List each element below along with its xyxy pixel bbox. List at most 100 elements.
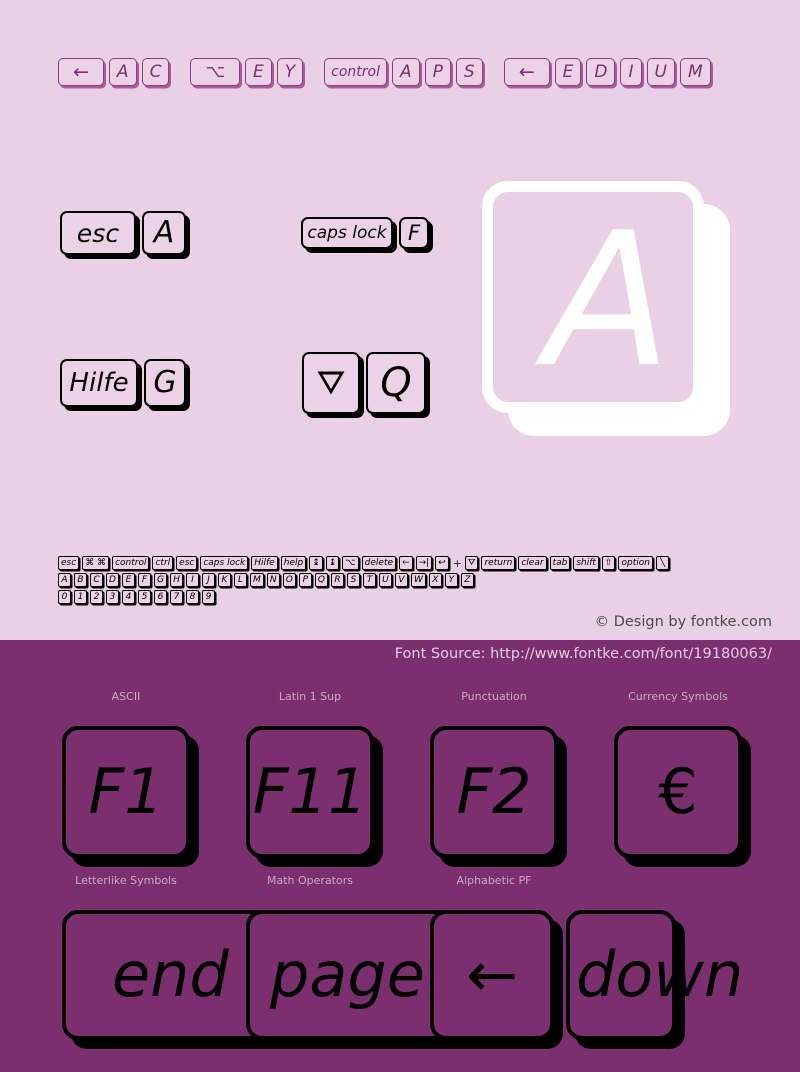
sample-key-hilfe: Hilfe — [60, 359, 138, 407]
cm-key: G — [154, 573, 167, 587]
title-key-backarrow-2: ← — [503, 58, 550, 86]
category-label-math-operators: Math Operators — [267, 874, 353, 887]
cm-key: J — [202, 573, 215, 587]
category-label-letterlike-symbols: Letterlike Symbols — [75, 874, 177, 887]
title-keycap-row: ← A C ⌥ E Y control A P S ← E D I U M — [58, 58, 716, 86]
cm-key: D — [106, 573, 119, 587]
character-map-row-2: A B C D E F G H I J K L M N O P Q R S T — [58, 573, 800, 588]
cm-key-left-arrow-icon: ← — [399, 556, 413, 570]
cm-key: caps lock — [200, 556, 249, 570]
cm-key: control — [112, 556, 150, 570]
cm-key: tab — [549, 556, 571, 570]
category-label-ascii: ASCII — [111, 690, 141, 703]
cm-key: 1 — [74, 590, 87, 604]
cm-key: H — [170, 573, 183, 587]
specimen-key-f2: F2 — [430, 726, 558, 858]
cm-key-shift-icon: ⇧ — [601, 556, 616, 570]
title-group-3: control A P S — [324, 58, 488, 86]
cm-key: esc — [58, 556, 80, 570]
title-key-E-2: E — [554, 58, 582, 86]
category-label-latin1sup: Latin 1 Sup — [278, 690, 342, 703]
cm-key: Q — [314, 573, 328, 587]
cm-key: 8 — [186, 590, 199, 604]
cm-key: T — [362, 573, 376, 587]
cm-key: esc — [176, 556, 198, 570]
title-key-D: D — [586, 58, 616, 86]
cm-key: 6 — [154, 590, 167, 604]
cm-key: X — [428, 573, 442, 587]
cm-key: shift — [573, 556, 599, 570]
title-key-P: P — [424, 58, 451, 86]
font-source-text[interactable]: Font Source: http://www.fontke.com/font/… — [395, 646, 772, 662]
cm-key: F — [138, 573, 151, 587]
cm-key: option — [618, 556, 653, 570]
cm-key: W — [410, 573, 426, 587]
title-key-A-2: A — [392, 58, 420, 86]
cm-key: R — [330, 573, 344, 587]
cm-key: N — [266, 573, 280, 587]
title-key-M: M — [679, 58, 711, 86]
cm-key: 7 — [170, 590, 183, 604]
large-keycap-letter: A — [544, 191, 672, 408]
cm-key: U — [378, 573, 392, 587]
cm-key: S — [346, 573, 360, 587]
sample-key-q: Q — [366, 352, 426, 414]
cm-key: O — [282, 573, 296, 587]
title-key-backarrow-1: ← — [58, 58, 104, 86]
title-key-I: I — [620, 58, 642, 86]
sample-key-a: A — [142, 211, 186, 255]
large-keycap-outline: A — [482, 181, 704, 413]
title-key-A-1: A — [108, 58, 137, 86]
cm-key: delete — [361, 556, 397, 570]
specimen-key-down: down — [566, 910, 743, 1040]
title-key-C: C — [141, 58, 170, 86]
title-key-U: U — [646, 58, 675, 86]
cm-key-command-icon: ⌘ ⌘ — [82, 556, 110, 570]
cm-separator-plus: + — [452, 556, 462, 570]
cm-key: P — [298, 573, 312, 587]
cm-key: Z — [460, 573, 474, 587]
sample-key-f: F — [399, 217, 429, 249]
cm-key: Hilfe — [251, 556, 278, 570]
cm-key: ctrl — [152, 556, 174, 570]
cm-key: 5 — [138, 590, 151, 604]
cm-key: 9 — [202, 590, 215, 604]
character-map-row-1: esc ⌘ ⌘ control ctrl esc caps lock Hilfe… — [58, 556, 800, 571]
cm-key: 0 — [58, 590, 71, 604]
cm-key-updown-icon: ↨ — [309, 556, 323, 570]
specimen-key-f11: F11 — [246, 726, 374, 858]
cm-key: B — [74, 573, 87, 587]
sample-key-g: G — [144, 359, 186, 407]
copyright-text: © Design by fontke.com — [594, 614, 772, 630]
specimen-top-panel: ← A C ⌥ E Y control A P S ← E D I U M es… — [0, 0, 800, 640]
cm-key: 2 — [90, 590, 103, 604]
category-label-punctuation: Punctuation — [461, 690, 527, 703]
cm-key: 4 — [122, 590, 135, 604]
cm-key-notdef-icon: ⛛ — [464, 556, 479, 570]
title-group-4: ← E D I U M — [503, 58, 716, 86]
specimen-key-euro: € — [614, 726, 742, 858]
title-group-1: ← A C — [58, 58, 174, 86]
cm-key-return-arrow-icon: ↩ — [435, 556, 449, 570]
cm-key: help — [280, 556, 307, 570]
specimen-key-f1: F1 — [62, 726, 190, 858]
cm-key: L — [234, 573, 247, 587]
cm-key: I — [186, 573, 199, 587]
cm-key: return — [481, 556, 516, 570]
category-label-alphabetic-pf: Alphabetic PF — [456, 874, 532, 887]
cm-key-slash-icon: ╲ — [655, 556, 669, 570]
cm-key: C — [90, 573, 103, 587]
cm-key: K — [218, 573, 231, 587]
cm-key: clear — [518, 556, 547, 570]
font-specimen-page: ← A C ⌥ E Y control A P S ← E D I U M es… — [0, 0, 800, 1072]
sample-key-notdef-icon: ⛛ — [302, 352, 360, 414]
cm-key: E — [122, 573, 135, 587]
title-key-option: ⌥ — [190, 58, 241, 86]
category-label-currency-symbols: Currency Symbols — [628, 690, 728, 703]
title-key-control: control — [324, 58, 388, 86]
character-map: esc ⌘ ⌘ control ctrl esc caps lock Hilfe… — [58, 556, 800, 607]
cm-key: 3 — [106, 590, 119, 604]
title-key-E-1: E — [245, 58, 272, 86]
cm-key-updown-alt-icon: ↨ — [325, 556, 340, 570]
title-key-S: S — [455, 58, 483, 86]
